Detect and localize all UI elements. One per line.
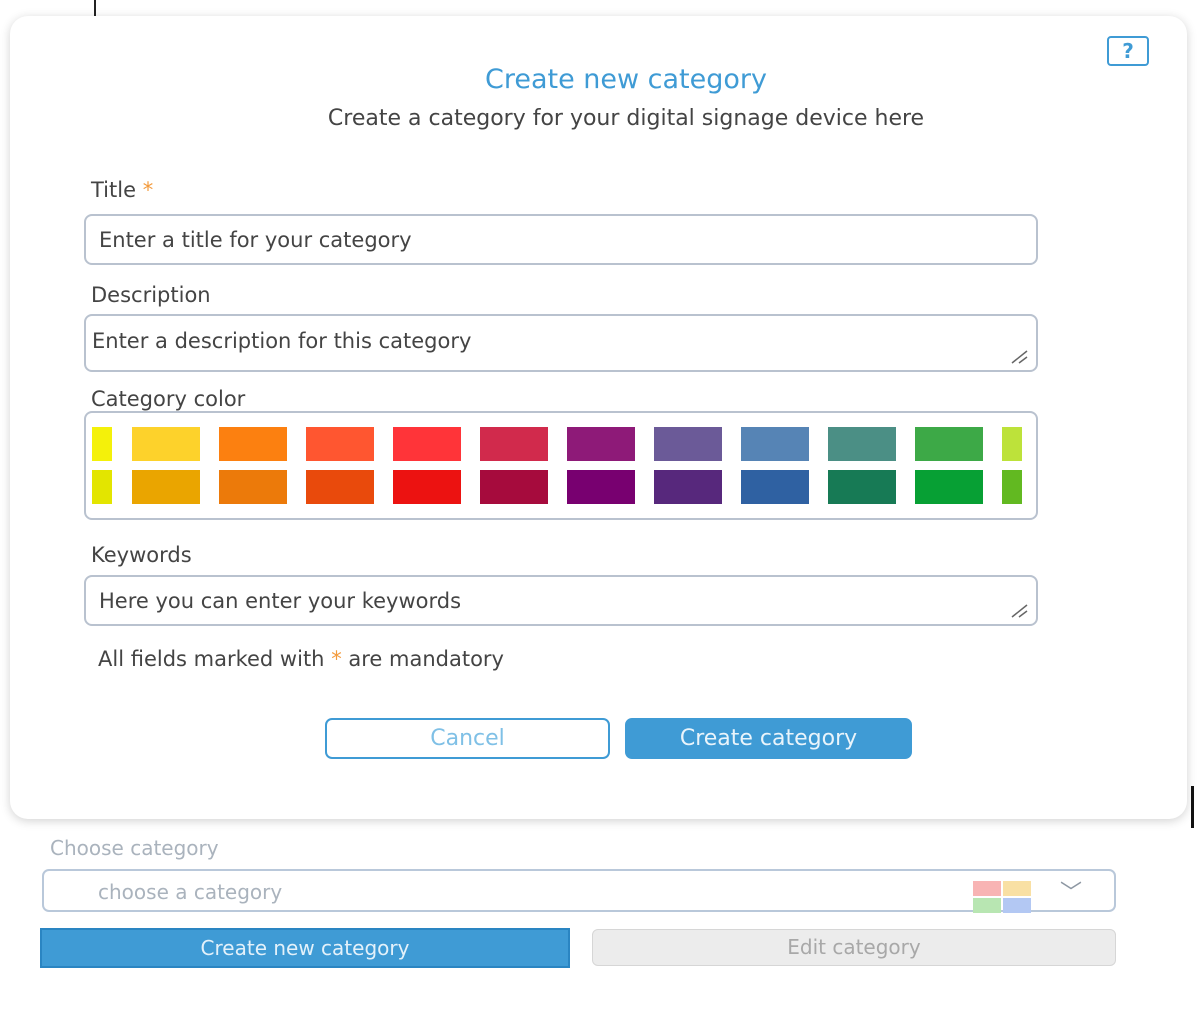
create-category-button[interactable]: Create category <box>625 718 912 759</box>
mandatory-note-suffix: are mandatory <box>348 647 504 671</box>
color-swatch[interactable] <box>915 470 983 504</box>
dialog-title: Create new category <box>484 64 767 95</box>
color-swatch[interactable] <box>92 427 112 461</box>
required-asterisk: * <box>331 647 342 671</box>
color-swatch[interactable] <box>306 427 374 461</box>
color-swatch[interactable] <box>828 470 896 504</box>
title-label: Title * <box>91 178 153 202</box>
description-textarea[interactable]: Enter a description for this category <box>84 314 1038 372</box>
mandatory-note-prefix: All fields marked with <box>98 647 325 671</box>
create-new-category-button[interactable]: Create new category <box>40 928 570 968</box>
color-swatch[interactable] <box>654 470 722 504</box>
color-swatch[interactable] <box>132 470 200 504</box>
description-placeholder: Enter a description for this category <box>92 328 472 353</box>
resize-grip-icon[interactable] <box>1010 350 1028 364</box>
color-swatch[interactable] <box>480 470 548 504</box>
text-cursor <box>1191 786 1194 828</box>
keywords-textarea[interactable]: Here you can enter your keywords <box>84 575 1038 626</box>
color-swatch[interactable] <box>567 470 635 504</box>
color-swatch[interactable] <box>741 427 809 461</box>
choose-category-label: Choose category <box>50 836 219 860</box>
resize-grip-icon[interactable] <box>1010 604 1028 618</box>
color-swatch[interactable] <box>132 427 200 461</box>
help-button[interactable]: ? <box>1107 36 1149 66</box>
color-swatch[interactable] <box>219 427 287 461</box>
keywords-label: Keywords <box>91 543 192 567</box>
color-swatch[interactable] <box>654 427 722 461</box>
color-swatch[interactable] <box>1002 470 1022 504</box>
color-swatch[interactable] <box>1002 427 1022 461</box>
description-label: Description <box>91 283 211 307</box>
color-grid-cell <box>1003 898 1031 913</box>
color-grid-cell <box>1003 881 1031 896</box>
color-swatch[interactable] <box>828 427 896 461</box>
color-swatch[interactable] <box>92 470 112 504</box>
color-swatch[interactable] <box>741 470 809 504</box>
title-label-text: Title <box>91 178 137 202</box>
title-input[interactable]: Enter a title for your category <box>84 214 1038 265</box>
color-swatch[interactable] <box>306 470 374 504</box>
color-swatch[interactable] <box>393 427 461 461</box>
category-color-label: Category color <box>91 387 246 411</box>
color-grid-cell <box>973 881 1001 896</box>
title-input-placeholder: Enter a title for your category <box>99 227 412 252</box>
mandatory-note: All fields marked with * are mandatory <box>98 647 504 671</box>
color-swatch[interactable] <box>915 427 983 461</box>
category-select-placeholder: choose a category <box>98 880 283 904</box>
color-swatch[interactable] <box>567 427 635 461</box>
color-palette <box>84 411 1038 520</box>
color-swatch[interactable] <box>480 427 548 461</box>
edit-category-button: Edit category <box>592 929 1116 966</box>
dialog-subtitle: Create a category for your digital signa… <box>327 106 925 131</box>
color-swatch[interactable] <box>219 470 287 504</box>
keywords-placeholder: Here you can enter your keywords <box>99 588 462 613</box>
category-select[interactable]: choose a category ﹀ <box>42 869 1116 913</box>
color-grid-icon <box>973 881 1031 913</box>
color-swatch[interactable] <box>393 470 461 504</box>
color-grid-cell <box>973 898 1001 913</box>
required-asterisk: * <box>142 178 154 202</box>
cancel-button[interactable]: Cancel <box>325 718 610 759</box>
chevron-down-icon: ﹀ <box>1060 881 1083 906</box>
